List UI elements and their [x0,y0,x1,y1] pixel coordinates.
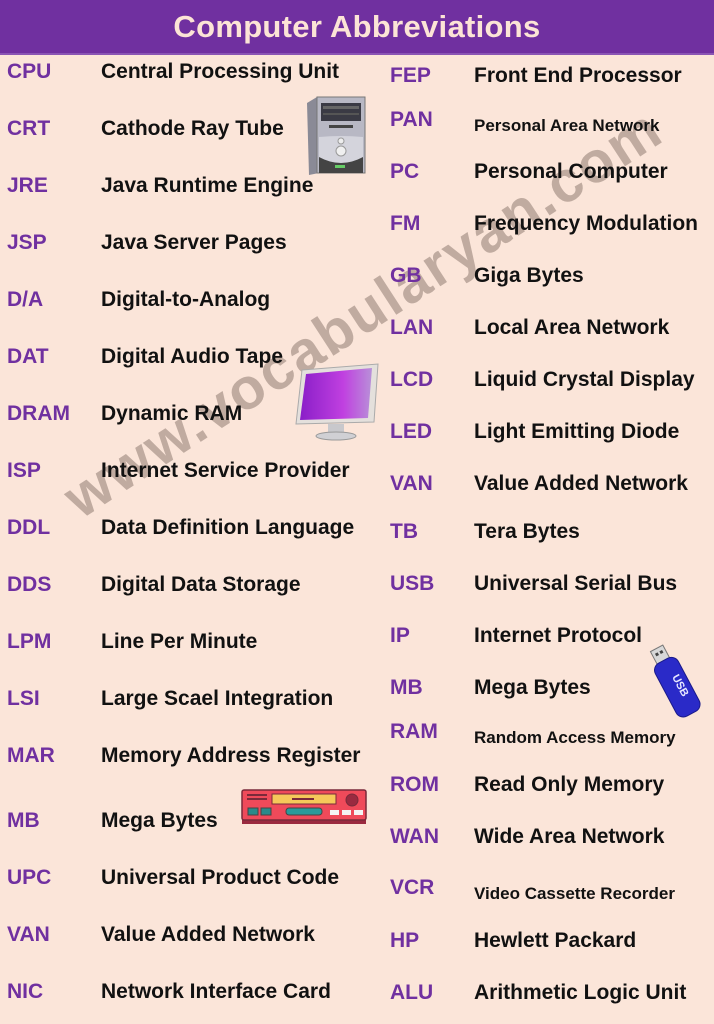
abbreviation: FM [390,212,421,235]
abbreviation: HP [390,929,420,952]
full-form: Universal Product Code [101,866,340,889]
abbreviation: VAN [390,472,433,495]
page-title: Computer Abbreviations [173,8,541,44]
full-form: Java Runtime Engine [101,174,314,197]
abbreviation: DAT [7,345,49,368]
full-form: Internet Protocol [474,624,643,647]
abbreviation: WAN [390,825,439,848]
abbreviation: GB [390,264,422,287]
abbreviation: PC [390,160,420,183]
full-form: Mega Bytes [101,809,218,832]
full-form: Universal Serial Bus [474,572,678,595]
full-form: Personal Area Network [474,116,660,135]
full-form: Read Only Memory [474,773,665,796]
full-form: Frequency Modulation [474,212,699,235]
abbreviation: MB [390,676,423,699]
full-form: Cathode Ray Tube [101,117,284,140]
full-form: Wide Area Network [474,825,665,848]
usb-drive-icon: USB [645,640,711,725]
full-form: Local Area Network [474,316,670,339]
abbreviation: PAN [390,108,433,131]
vcr-icon [240,788,368,833]
full-form: Tera Bytes [474,520,580,543]
abbreviation: VAN [7,923,50,946]
pc-tower-icon [305,95,367,182]
full-form: Digital Data Storage [101,573,301,596]
full-form: Digital Audio Tape [101,345,283,368]
abbreviation: LAN [390,316,434,339]
full-form: Dynamic RAM [101,402,243,425]
abbreviation: CRT [7,117,51,140]
abbreviation: LSI [7,687,40,710]
abbreviation: MAR [7,744,55,767]
full-form: Giga Bytes [474,264,584,287]
abbreviation: LED [390,420,432,443]
full-form: Value Added Network [474,472,688,495]
abbreviation: IP [390,624,410,647]
full-form: Random Access Memory [474,728,676,747]
abbreviation: CPU [7,60,52,83]
abbreviation: DDL [7,516,51,539]
full-form: Central Processing Unit [101,60,340,83]
abbreviation: JSP [7,231,47,254]
full-form: Network Interface Card [101,980,331,1003]
full-form: Front End Processor [474,64,682,87]
full-form: Hewlett Packard [474,929,637,952]
abbreviation: USB [390,572,435,595]
monitor-icon [294,362,380,447]
full-form: Data Definition Language [101,516,355,539]
abbreviation: DRAM [7,402,70,425]
full-form: Line Per Minute [101,630,258,653]
abbreviation: D/A [7,288,44,311]
full-form: Light Emitting Diode [474,420,680,443]
full-form: Arithmetic Logic Unit [474,981,687,1004]
full-form: Video Cassette Recorder [474,884,675,903]
abbreviation: NIC [7,980,44,1003]
abbreviation: FEP [390,64,431,87]
full-form: Java Server Pages [101,231,287,254]
full-form: Internet Service Provider [101,459,350,482]
abbreviation: VCR [390,876,435,899]
abbreviation: ROM [390,773,439,796]
full-form: Memory Address Register [101,744,361,767]
abbreviation: JRE [7,174,48,197]
full-form: Liquid Crystal Display [474,368,695,391]
full-form: Large Scael Integration [101,687,334,710]
abbreviation: RAM [390,720,438,743]
full-form: Digital-to-Analog [101,288,271,311]
full-form: Value Added Network [101,923,315,946]
abbreviation: UPC [7,866,52,889]
abbreviation: MB [7,809,40,832]
abbreviation: TB [390,520,418,543]
full-form: Personal Computer [474,160,668,183]
abbreviation: LCD [390,368,434,391]
header-banner: Computer Abbreviations [0,0,714,55]
full-form: Mega Bytes [474,676,591,699]
abbreviation: DDS [7,573,52,596]
abbreviation: ALU [390,981,434,1004]
abbreviation: LPM [7,630,52,653]
abbreviation: ISP [7,459,41,482]
